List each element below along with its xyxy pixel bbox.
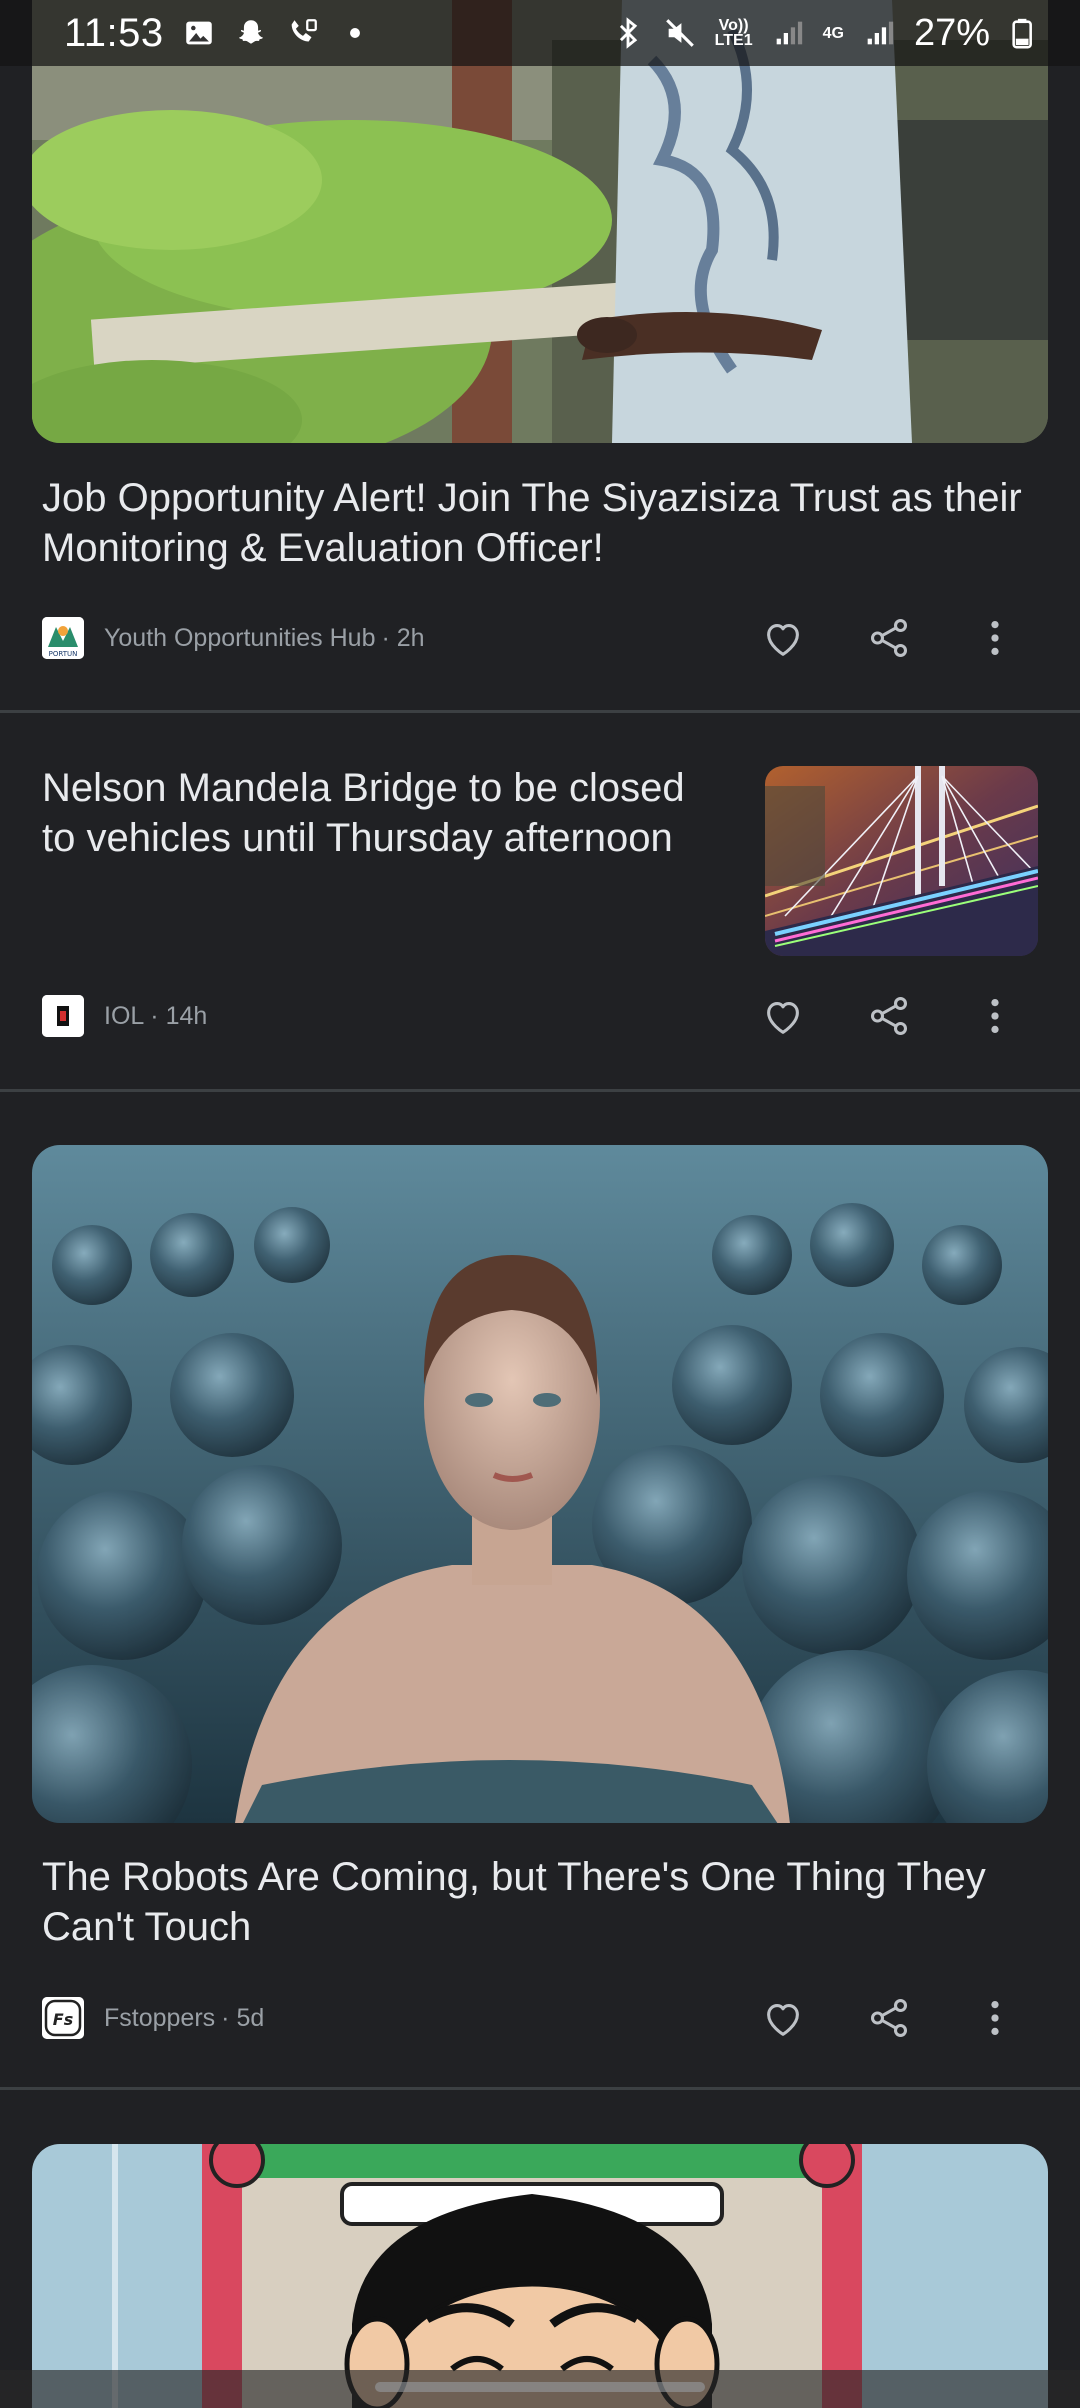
lte-label: LTE1 [714,32,753,49]
share-button[interactable] [836,608,942,668]
article-age: · 2h [381,623,425,652]
call-notification-icon [286,16,320,50]
article-card-3[interactable]: The Robots Are Coming, but There's One T… [0,1092,1080,2087]
battery-icon [1008,16,1042,50]
article-actions [730,1988,1050,2048]
article-image-seedlings[interactable] [32,0,1048,443]
network-4g-indicator: 4G [822,24,844,42]
publisher-info: IOL · 14h [104,1002,207,1031]
article-meta: Fs Fstoppers · 5d [42,1997,264,2039]
status-time: 11:53 [64,10,164,55]
bluetooth-icon [611,16,645,50]
article-card-2[interactable]: Nelson Mandela Bridge to be closed to ve… [0,713,1080,1089]
publisher-logo: PORTUN [42,617,84,659]
article-thumbnail-bridge[interactable] [765,766,1038,956]
article-actions [730,608,1050,668]
publisher-info: Youth Opportunities Hub · 2h [104,624,425,653]
status-right: Vo)) LTE1 4G 27% [611,12,1042,55]
more-vert-icon [991,998,999,1034]
article-headline[interactable]: The Robots Are Coming, but There's One T… [42,1852,1052,1952]
publisher-name[interactable]: Fstoppers [104,2004,215,2033]
signal-sim1-icon [771,16,805,50]
like-button[interactable] [730,1988,836,2048]
gesture-handle[interactable] [375,2382,705,2392]
publisher-name[interactable]: IOL [104,1002,144,1031]
battery-percentage: 27% [913,11,990,54]
publisher-logo [42,995,84,1037]
publisher-logo-text: PORTUN [49,650,78,658]
publisher-info: Fstoppers · 5d [104,2004,264,2033]
share-button[interactable] [836,986,942,1046]
snapchat-notification-icon [234,16,268,50]
share-icon [870,1999,908,2037]
article-meta: IOL · 14h [42,995,207,1037]
publisher-name[interactable]: Youth Opportunities Hub [104,624,375,653]
share-icon [870,997,908,1035]
article-age: · 14h [150,1001,208,1030]
article-image-robots[interactable] [32,1145,1048,1823]
like-button[interactable] [730,986,836,1046]
more-options-button[interactable] [942,608,1048,668]
more-vert-icon [991,2000,999,2036]
share-icon [870,619,908,657]
status-bar: 11:53 Vo)) LTE1 4G 27% [0,0,1080,66]
more-vert-icon [991,620,999,656]
article-actions [730,986,1050,1046]
share-button[interactable] [836,1988,942,2048]
status-left: 11:53 [64,11,372,56]
gallery-notification-icon [182,16,216,50]
publisher-logo: Fs [42,1997,84,2039]
article-headline[interactable]: Nelson Mandela Bridge to be closed to ve… [42,763,722,863]
article-headline[interactable]: Job Opportunity Alert! Join The Siyazisi… [42,473,1042,573]
article-card-1[interactable]: Job Opportunity Alert! Join The Siyazisi… [0,0,1080,712]
more-options-button[interactable] [942,1988,1048,2048]
like-button[interactable] [730,608,836,668]
signal-sim2-icon [862,16,896,50]
heart-icon [767,1002,799,1034]
article-meta: PORTUN Youth Opportunities Hub · 2h [42,617,425,659]
mute-icon [663,16,697,50]
more-notifications-dot-icon [338,16,372,50]
heart-icon [767,624,799,656]
article-card-4[interactable] [0,2090,1080,2408]
heart-icon [767,2004,799,2036]
more-options-button[interactable] [942,986,1048,1046]
article-age: · 5d [221,2003,265,2032]
article-image-cartoon[interactable] [32,2144,1048,2408]
publisher-logo-text: Fs [53,2010,73,2029]
volte-indicator: Vo)) LTE1 [714,18,753,49]
